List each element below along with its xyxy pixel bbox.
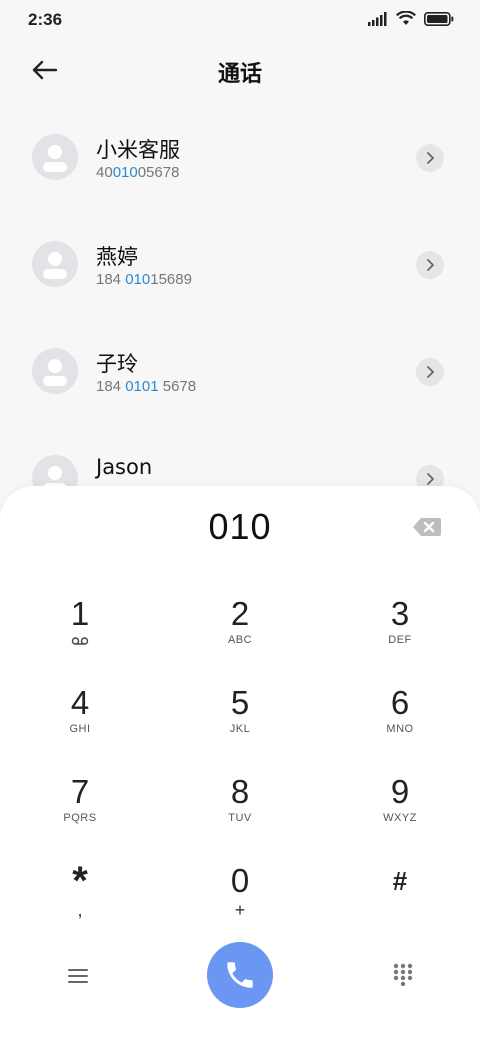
contact-number: 184 01015689 bbox=[96, 271, 192, 288]
backspace-button[interactable] bbox=[412, 516, 442, 538]
key-9[interactable]: 9 WXYZ bbox=[340, 772, 460, 852]
avatar bbox=[32, 134, 78, 180]
status-icons bbox=[368, 11, 454, 26]
contact-name: Jason bbox=[96, 455, 153, 479]
key-7[interactable]: 7 PQRS bbox=[20, 772, 140, 852]
page-title: 通话 bbox=[217, 62, 262, 87]
chevron-right-icon bbox=[427, 259, 434, 271]
keypad-toggle-button[interactable] bbox=[392, 962, 414, 987]
call-button[interactable] bbox=[207, 942, 273, 1008]
chevron-right-icon bbox=[427, 366, 434, 378]
contact-row[interactable]: 小米客服 4001005678 bbox=[0, 104, 480, 211]
wifi-icon bbox=[396, 11, 416, 25]
key-4[interactable]: 4 GHI bbox=[20, 683, 140, 763]
contact-detail-button[interactable] bbox=[416, 358, 444, 386]
header: 通话 bbox=[0, 40, 480, 100]
contact-number: 4001005678 bbox=[96, 164, 180, 181]
key-6[interactable]: 6 MNO bbox=[340, 683, 460, 763]
voicemail-icon bbox=[71, 637, 89, 645]
contact-row[interactable]: 燕婷 184 01015689 bbox=[0, 211, 480, 318]
dialpad-grid-icon bbox=[393, 963, 413, 987]
dialed-number: 010 bbox=[208, 506, 272, 547]
avatar bbox=[32, 348, 78, 394]
contact-row[interactable]: 子玲 184 0101 5678 bbox=[0, 318, 480, 425]
contact-number: 184 0101 5678 bbox=[96, 378, 197, 395]
status-bar: 2:36 bbox=[0, 0, 480, 40]
menu-icon bbox=[68, 969, 88, 983]
key-star[interactable]: * , bbox=[20, 861, 140, 941]
chevron-right-icon bbox=[427, 473, 434, 485]
contact-name: 子玲 bbox=[96, 352, 138, 376]
menu-button[interactable] bbox=[64, 964, 92, 988]
status-time: 2:36 bbox=[28, 10, 63, 29]
key-5[interactable]: 5 JKL bbox=[180, 683, 300, 763]
key-3[interactable]: 3 DEF bbox=[340, 594, 460, 674]
dialpad-bottom-bar bbox=[0, 940, 480, 1010]
chevron-right-icon bbox=[427, 152, 434, 164]
contact-detail-button[interactable] bbox=[416, 144, 444, 172]
key-1[interactable]: 1 bbox=[20, 594, 140, 674]
key-8[interactable]: 8 TUV bbox=[180, 772, 300, 852]
match-highlight: 0101 bbox=[125, 378, 159, 395]
key-hash[interactable]: # bbox=[340, 861, 460, 941]
battery-icon bbox=[424, 11, 454, 26]
contact-detail-button[interactable] bbox=[416, 251, 444, 279]
dialpad-sheet: 010 1 2 ABC 3 DEF 4 GHI 5 JKL 6 MNO 7 PQ… bbox=[0, 486, 480, 1040]
match-highlight: 010 bbox=[112, 164, 138, 181]
phone-icon bbox=[227, 962, 253, 988]
contact-name: 燕婷 bbox=[96, 245, 138, 269]
match-highlight: 010 bbox=[125, 271, 151, 288]
key-2[interactable]: 2 ABC bbox=[180, 594, 300, 674]
backspace-icon bbox=[413, 518, 441, 536]
signal-icon bbox=[368, 11, 387, 26]
contact-name: 小米客服 bbox=[96, 138, 180, 162]
avatar bbox=[32, 241, 78, 287]
contact-list: 小米客服 4001005678 燕婷 184 01015689 子玲 184 0… bbox=[0, 104, 480, 532]
key-0[interactable]: 0 + bbox=[180, 861, 300, 941]
